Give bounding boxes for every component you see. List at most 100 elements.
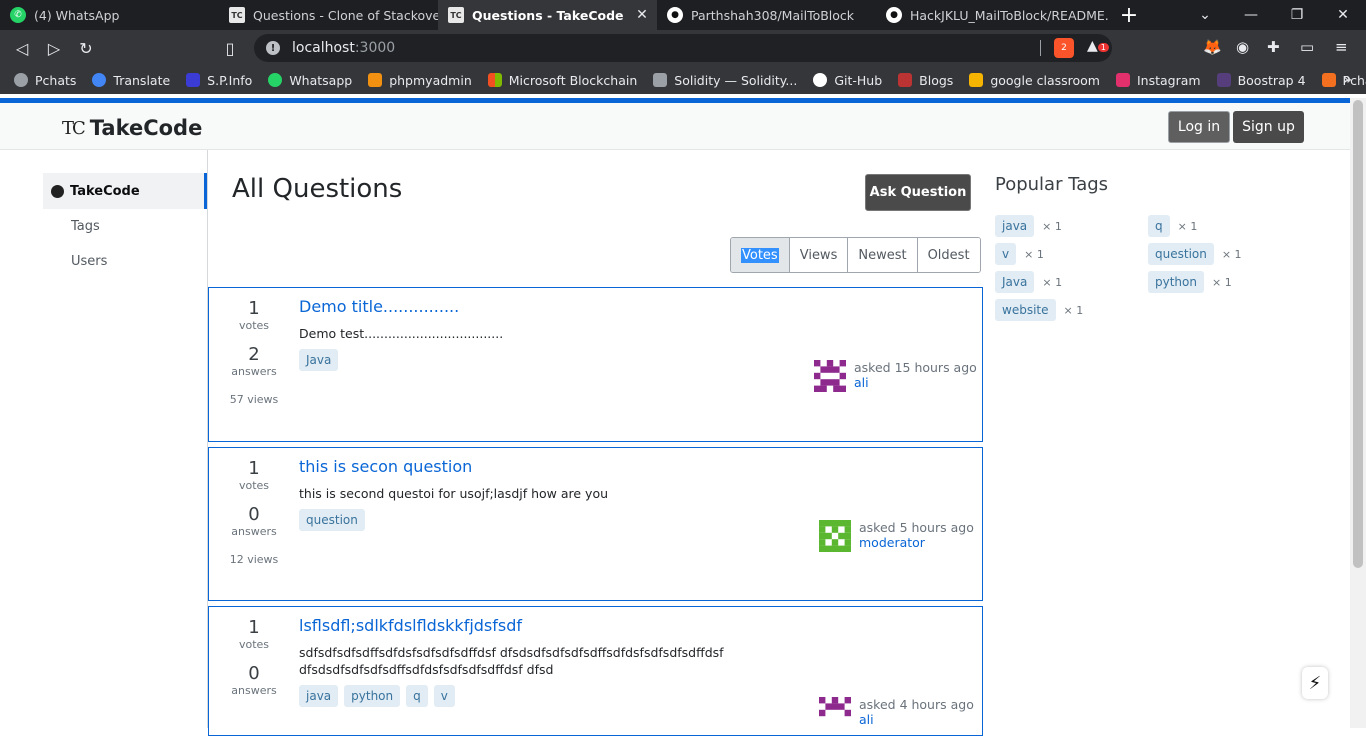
close-window-icon[interactable]: ✕ xyxy=(1320,7,1366,23)
forward-icon[interactable]: ▷ xyxy=(38,39,70,58)
minimize-icon[interactable]: — xyxy=(1228,7,1274,23)
reload-icon[interactable]: ↻ xyxy=(70,39,102,58)
tag[interactable]: v xyxy=(433,685,455,707)
asked-time: asked 15 hours ago xyxy=(854,360,977,375)
question-title[interactable]: this is secon question xyxy=(299,457,472,476)
login-button[interactable]: Log in xyxy=(1168,111,1230,143)
user-link[interactable]: ali xyxy=(854,375,977,390)
tag-count: × 1 xyxy=(1063,303,1084,317)
bookmark-icon[interactable]: ▯ xyxy=(214,39,246,58)
question-title[interactable]: lsflsdfl;sdlkfdslfldskkfjdsfsdf xyxy=(299,616,522,635)
browser-tab[interactable]: ● Parthshah308/MailToBlock xyxy=(657,0,876,30)
takecode-icon: TC xyxy=(448,7,464,23)
tag[interactable]: Java xyxy=(995,271,1035,293)
ask-question-button[interactable]: Ask Question xyxy=(865,174,971,211)
new-tab-icon[interactable]: + xyxy=(1114,3,1144,28)
bookmark-item[interactable]: Pchats xyxy=(14,73,76,88)
bookmark-item[interactable]: Instagram xyxy=(1115,73,1201,88)
scrollbar[interactable] xyxy=(1350,98,1366,728)
tag[interactable]: q xyxy=(1148,215,1170,237)
tag[interactable]: Java xyxy=(299,349,339,371)
microsoft-icon xyxy=(487,73,502,87)
bookmark-item[interactable]: Microsoft Blockchain xyxy=(487,73,637,88)
sort-newest[interactable]: Newest xyxy=(848,238,918,272)
user-link[interactable]: ali xyxy=(859,712,974,727)
tag-count: × 1 xyxy=(1024,247,1044,261)
solidity-icon xyxy=(653,73,668,87)
browser-tab-active[interactable]: TC Questions - TakeCode ✕ xyxy=(438,0,657,30)
instagram-icon xyxy=(1115,73,1130,87)
vote-count: 1 xyxy=(248,617,260,638)
bookmark-label: Pchats xyxy=(35,72,77,88)
metamask-icon[interactable]: 🦊 xyxy=(1203,38,1222,56)
wallet-icon[interactable]: ▭ xyxy=(1300,38,1314,56)
bookmark-item[interactable]: Translate xyxy=(92,73,170,88)
avatar[interactable] xyxy=(814,360,846,392)
tag[interactable]: website xyxy=(995,299,1056,321)
sort-views[interactable]: Views xyxy=(789,238,849,272)
address-bar[interactable]: ! localhost:3000 2 ▲ 1 xyxy=(254,34,1112,62)
tag[interactable]: java xyxy=(299,685,339,707)
popular-tag: website × 1 xyxy=(995,299,1083,321)
bookmark-item[interactable]: Boostrap 4 xyxy=(1216,72,1306,88)
sidebar-item-tags[interactable]: Tags xyxy=(43,208,207,244)
browser-tab[interactable]: TC Questions - Clone of Stackoverflow xyxy=(219,0,438,30)
popular-tag: Java × 1 xyxy=(995,271,1062,293)
sort-votes[interactable]: Votes xyxy=(731,238,790,272)
tag[interactable]: java xyxy=(995,215,1035,237)
bookmark-item[interactable]: Solidity — Solidity... xyxy=(653,73,797,88)
extension-icon[interactable]: ◉ xyxy=(1236,38,1249,56)
tab-title: Questions - Clone of Stackoverflow xyxy=(253,7,438,23)
menu-icon[interactable]: ≡ xyxy=(1335,38,1348,56)
sort-oldest[interactable]: Oldest xyxy=(917,238,980,272)
bookmark-item[interactable]: Git-Hub xyxy=(813,73,882,88)
phpmyadmin-icon xyxy=(368,73,383,87)
question-owner: asked 4 hours ago ali xyxy=(819,697,974,729)
page-title: All Questions xyxy=(232,174,403,204)
tag[interactable]: question xyxy=(1148,243,1214,265)
close-icon[interactable]: ✕ xyxy=(633,6,651,24)
question-card: 1 votes 0 answers lsflsdfl;sdlkfdslfldsk… xyxy=(208,606,983,736)
rewards-icon[interactable]: ▲ 1 xyxy=(1087,38,1109,58)
site-logo[interactable]: TC TakeCode xyxy=(62,116,202,140)
tab-title: Questions - TakeCode xyxy=(472,7,624,23)
site-header: TC TakeCode Log in Sign up xyxy=(0,103,1350,150)
tag[interactable]: question xyxy=(299,509,365,531)
tag[interactable]: python xyxy=(1148,271,1204,293)
bookmark-item[interactable]: google classroom xyxy=(969,73,1100,88)
browser-tab[interactable]: ✆ (4) WhatsApp xyxy=(0,0,219,30)
scrollbar-thumb[interactable] xyxy=(1353,100,1363,568)
tag[interactable]: python xyxy=(344,685,401,707)
tag[interactable]: q xyxy=(406,685,428,707)
sidebar-item-takecode[interactable]: TakeCode xyxy=(43,173,207,209)
bookmark-item[interactable]: S.P.Info xyxy=(186,73,252,88)
question-stats: 1 votes 0 answers xyxy=(209,607,299,697)
user-link[interactable]: moderator xyxy=(859,535,974,550)
brave-shield-icon[interactable]: 2 xyxy=(1054,38,1074,58)
bookmark-item[interactable]: Whatsapp xyxy=(268,73,352,88)
question-title[interactable]: Demo title............... xyxy=(299,297,459,316)
sidebar-item-users[interactable]: Users xyxy=(43,243,207,279)
more-bookmarks-icon[interactable]: » xyxy=(1343,72,1352,88)
avatar[interactable] xyxy=(819,697,851,729)
github-icon: ● xyxy=(667,7,683,23)
tag-count: × 1 xyxy=(1042,219,1062,233)
bookmark-item[interactable]: Blogs xyxy=(898,73,953,88)
popular-tag: python × 1 xyxy=(1148,271,1232,293)
restore-icon[interactable]: ❐ xyxy=(1274,7,1320,23)
question-excerpt: sdfsdfsdfsdffsdfdsfsdfsdfsdffdsf dfsdsdf… xyxy=(299,645,724,677)
question-tags: java python q v xyxy=(299,685,455,707)
question-excerpt: Demo test...............................… xyxy=(299,326,504,341)
lightning-icon[interactable]: ⚡ xyxy=(1302,667,1328,699)
puzzle-icon[interactable]: ✚ xyxy=(1267,38,1280,56)
signup-button[interactable]: Sign up xyxy=(1233,111,1304,143)
bookmark-label: Boostrap 4 xyxy=(1237,72,1306,88)
avatar[interactable] xyxy=(819,520,851,552)
chevron-down-icon[interactable]: ⌄ xyxy=(1182,7,1228,23)
bookmark-item[interactable]: phpmyadmin xyxy=(368,73,472,88)
browser-tab[interactable]: ● HackJKLU_MailToBlock/README.m xyxy=(876,0,1108,30)
back-icon[interactable]: ◁ xyxy=(6,39,38,58)
tag[interactable]: v xyxy=(995,243,1017,265)
answers-label: answers xyxy=(231,365,277,378)
info-icon[interactable]: ! xyxy=(266,41,280,55)
